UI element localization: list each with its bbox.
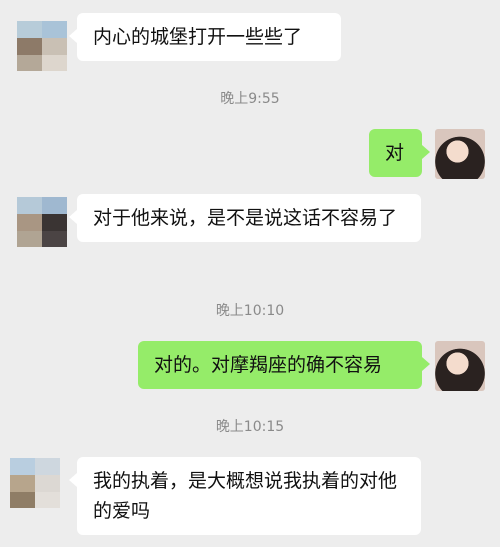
message-text: 我的执着，是大概想说我执着的对他的爱吗 bbox=[93, 470, 398, 522]
message-text: 内心的城堡打开一些些了 bbox=[93, 26, 303, 48]
message-bubble-outgoing[interactable]: 对 bbox=[369, 129, 430, 177]
timestamp: 晚上9:55 bbox=[220, 91, 280, 107]
contact-avatar[interactable] bbox=[17, 21, 67, 71]
timestamp: 晚上10:10 bbox=[215, 303, 285, 319]
message-bubble-outgoing[interactable]: 对的。对摩羯座的确不容易 bbox=[138, 341, 430, 389]
message-bubble-incoming[interactable]: 对于他来说，是不是说这话不容易了 bbox=[69, 194, 421, 242]
message-bubble-incoming[interactable]: 我的执着，是大概想说我执着的对他的爱吗 bbox=[69, 457, 421, 535]
self-avatar[interactable] bbox=[435, 129, 485, 179]
self-avatar[interactable] bbox=[435, 341, 485, 391]
message-text: 对于他来说，是不是说这话不容易了 bbox=[93, 207, 398, 229]
message-bubble-incoming[interactable]: 内心的城堡打开一些些了 bbox=[69, 13, 341, 61]
message-text: 对的。对摩羯座的确不容易 bbox=[154, 354, 383, 376]
contact-avatar[interactable] bbox=[17, 197, 67, 247]
timestamp: 晚上10:15 bbox=[215, 419, 285, 435]
contact-avatar[interactable] bbox=[10, 458, 60, 508]
message-text: 对 bbox=[385, 142, 405, 164]
